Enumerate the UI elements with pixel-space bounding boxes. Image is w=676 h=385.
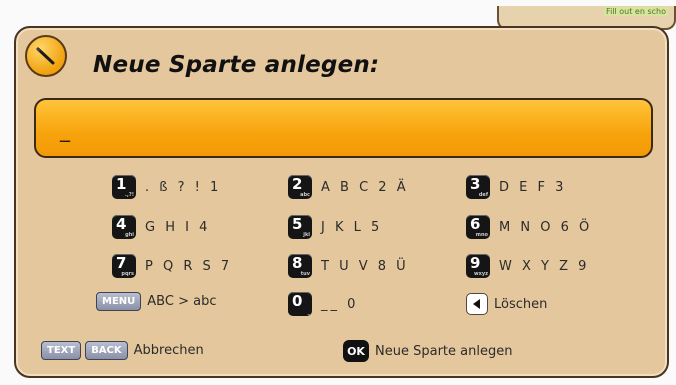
key-5-button[interactable]: 5 jkl [288, 215, 312, 239]
menu-button[interactable]: MENU [96, 292, 142, 311]
ok-button[interactable]: OK [343, 340, 369, 362]
key-9[interactable]: 9 wxyz W X Y Z 9 [466, 254, 589, 278]
key-4-chars: G H I 4 [145, 219, 211, 235]
key-2[interactable]: 2 abc A B C 2 Ä [288, 175, 409, 199]
text-button[interactable]: TEXT [41, 341, 82, 360]
backspace-icon[interactable] [466, 293, 488, 315]
cancel-keys[interactable]: TEXT BACK Abbrechen [41, 341, 204, 360]
key-3[interactable]: 3 def D E F 3 [466, 175, 566, 199]
key-1-chars: . ß ? ! 1 [145, 179, 222, 195]
name-input[interactable]: _ [34, 98, 653, 158]
menu-key[interactable]: MENU ABC > abc [96, 292, 216, 311]
key-0[interactable]: 0 _ __ 0 [288, 292, 358, 316]
key-9-button[interactable]: 9 wxyz [466, 254, 490, 278]
key-0-chars: __ 0 [321, 296, 359, 312]
key-9-chars: W X Y Z 9 [499, 258, 590, 274]
key-7[interactable]: 7 pqrs P Q R S 7 [112, 254, 232, 278]
key-4-button[interactable]: 4 ghi [112, 215, 136, 239]
dialog-frame [14, 26, 669, 378]
cancel-label: Abbrechen [133, 343, 204, 358]
back-button[interactable]: BACK [85, 341, 128, 360]
key-6-button[interactable]: 6 mno [466, 215, 490, 239]
key-6-chars: M N O 6 Ö [499, 219, 593, 235]
key-8-button[interactable]: 8 tuv [288, 254, 312, 278]
dialog-title: Neue Sparte anlegen: [93, 52, 380, 78]
delete-key[interactable]: Löschen [466, 293, 547, 315]
confirm-label: Neue Sparte anlegen [375, 343, 513, 359]
menu-label: ABC > abc [147, 294, 217, 309]
key-2-button[interactable]: 2 abc [288, 175, 312, 199]
key-0-button[interactable]: 0 _ [288, 292, 312, 316]
key-5[interactable]: 5 jkl J K L 5 [288, 215, 382, 239]
key-8-chars: T U V 8 Ü [321, 258, 409, 274]
key-1[interactable]: 1.,?! . ß ? ! 1 [112, 175, 221, 199]
key-3-chars: D E F 3 [499, 179, 567, 195]
confirm-key[interactable]: OK Neue Sparte anlegen [343, 340, 512, 362]
pencil-icon [25, 35, 67, 77]
corner-hint: Fill out en scho [604, 7, 668, 16]
key-1-button[interactable]: 1.,?! [112, 175, 136, 199]
input-value: _ [60, 118, 70, 142]
delete-label: Löschen [494, 296, 548, 312]
key-7-button[interactable]: 7 pqrs [112, 254, 136, 278]
key-4[interactable]: 4 ghi G H I 4 [112, 215, 210, 239]
key-8[interactable]: 8 tuv T U V 8 Ü [288, 254, 409, 278]
key-5-chars: J K L 5 [321, 219, 383, 235]
key-7-chars: P Q R S 7 [145, 258, 233, 274]
key-3-button[interactable]: 3 def [466, 175, 490, 199]
key-6[interactable]: 6 mno M N O 6 Ö [466, 215, 592, 239]
key-2-chars: A B C 2 Ä [321, 179, 409, 195]
